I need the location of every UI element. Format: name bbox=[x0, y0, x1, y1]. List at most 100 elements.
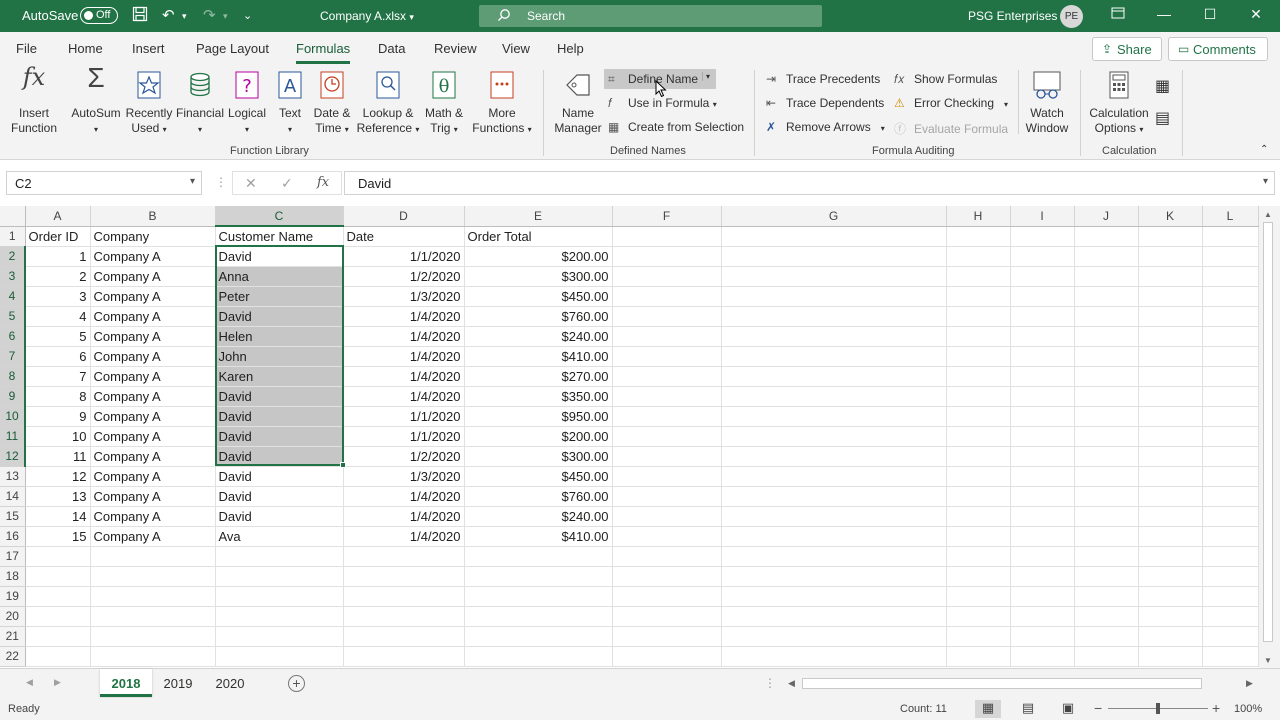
cell[interactable] bbox=[612, 546, 722, 567]
cell[interactable] bbox=[1138, 506, 1203, 527]
cell[interactable] bbox=[1138, 366, 1203, 387]
cell[interactable]: 6 bbox=[25, 346, 91, 367]
autosum-button[interactable]: Σ AutoSum ▾ bbox=[66, 64, 126, 137]
cell[interactable] bbox=[215, 626, 344, 647]
cell[interactable] bbox=[946, 346, 1011, 367]
column-header-d[interactable]: D bbox=[343, 206, 465, 227]
cell[interactable] bbox=[946, 466, 1011, 487]
cell[interactable]: $450.00 bbox=[464, 286, 613, 307]
page-layout-view-icon[interactable]: ▤ bbox=[1015, 700, 1041, 718]
cell[interactable] bbox=[1138, 526, 1203, 547]
cell[interactable] bbox=[612, 386, 722, 407]
cell[interactable]: 1/1/2020 bbox=[343, 246, 465, 267]
cell[interactable]: Helen bbox=[215, 326, 344, 347]
column-header-k[interactable]: K bbox=[1138, 206, 1203, 227]
cell[interactable] bbox=[1202, 526, 1259, 547]
cell[interactable]: Company A bbox=[90, 366, 216, 387]
cell[interactable] bbox=[946, 646, 1011, 667]
column-header-a[interactable]: A bbox=[25, 206, 91, 227]
cell[interactable] bbox=[946, 366, 1011, 387]
column-header-c[interactable]: C bbox=[215, 206, 344, 227]
cell[interactable] bbox=[612, 346, 722, 367]
cell[interactable] bbox=[90, 546, 216, 567]
cell[interactable] bbox=[1074, 506, 1139, 527]
use-in-formula-button[interactable]: 𝑓 Use in Formula ▾ bbox=[608, 96, 717, 111]
cell[interactable] bbox=[1010, 426, 1075, 447]
cell[interactable]: 1/4/2020 bbox=[343, 366, 465, 387]
cell[interactable] bbox=[90, 626, 216, 647]
cell[interactable] bbox=[1074, 646, 1139, 667]
cell[interactable]: David bbox=[215, 486, 344, 507]
cell[interactable]: $200.00 bbox=[464, 426, 613, 447]
row-header[interactable]: 4 bbox=[0, 286, 26, 307]
cell[interactable]: 1/2/2020 bbox=[343, 266, 465, 287]
cell[interactable] bbox=[612, 366, 722, 387]
cell[interactable]: Ava bbox=[215, 526, 344, 547]
cell[interactable] bbox=[1138, 566, 1203, 587]
cell[interactable] bbox=[946, 566, 1011, 587]
cell[interactable] bbox=[215, 566, 344, 587]
row-header[interactable]: 16 bbox=[0, 526, 26, 547]
vertical-scrollbar[interactable]: ▲ ▼ bbox=[1259, 206, 1280, 668]
cell[interactable]: David bbox=[215, 246, 344, 267]
cell[interactable] bbox=[1074, 326, 1139, 347]
scroll-up-icon[interactable]: ▲ bbox=[1264, 210, 1272, 219]
cell[interactable] bbox=[721, 626, 947, 647]
cell[interactable]: 1/1/2020 bbox=[343, 426, 465, 447]
cell[interactable]: Order ID bbox=[25, 226, 91, 247]
cell[interactable] bbox=[90, 586, 216, 607]
cell[interactable]: 1/4/2020 bbox=[343, 386, 465, 407]
cell[interactable] bbox=[612, 526, 722, 547]
cell[interactable] bbox=[1138, 586, 1203, 607]
cell[interactable] bbox=[1010, 226, 1075, 247]
ribbon-display-icon[interactable] bbox=[1108, 6, 1128, 22]
cell[interactable] bbox=[721, 386, 947, 407]
cell[interactable] bbox=[1202, 266, 1259, 287]
tab-insert[interactable]: Insert bbox=[132, 41, 165, 56]
tab-review[interactable]: Review bbox=[434, 41, 477, 56]
undo-icon[interactable]: ↶ bbox=[162, 6, 175, 26]
row-header[interactable]: 11 bbox=[0, 426, 26, 447]
cell[interactable] bbox=[1074, 586, 1139, 607]
cell[interactable] bbox=[1010, 526, 1075, 547]
cell[interactable] bbox=[946, 266, 1011, 287]
name-box-dropdown-icon[interactable]: ▾ bbox=[190, 176, 195, 187]
cell[interactable]: David bbox=[215, 426, 344, 447]
cell[interactable]: 15 bbox=[25, 526, 91, 547]
insert-function-button[interactable]: fx Insert Function bbox=[8, 65, 60, 136]
cell[interactable] bbox=[1202, 326, 1259, 347]
cell[interactable] bbox=[1010, 286, 1075, 307]
cell[interactable]: $760.00 bbox=[464, 306, 613, 327]
cell[interactable] bbox=[1010, 646, 1075, 667]
row-header[interactable]: 22 bbox=[0, 646, 26, 667]
cell[interactable]: $350.00 bbox=[464, 386, 613, 407]
formula-input[interactable]: David ▾ bbox=[344, 171, 1275, 195]
cell[interactable]: Company A bbox=[90, 306, 216, 327]
cell[interactable] bbox=[721, 226, 947, 247]
cell[interactable]: Company A bbox=[90, 326, 216, 347]
cell[interactable] bbox=[1010, 626, 1075, 647]
cell[interactable] bbox=[1074, 266, 1139, 287]
cell[interactable] bbox=[1074, 486, 1139, 507]
tab-data[interactable]: Data bbox=[378, 41, 405, 56]
cell[interactable]: Karen bbox=[215, 366, 344, 387]
horizontal-scroll-thumb[interactable] bbox=[802, 678, 1202, 689]
cell[interactable]: 9 bbox=[25, 406, 91, 427]
cell[interactable] bbox=[25, 546, 91, 567]
math-trig-button[interactable]: θ Math & Trig ▾ bbox=[420, 70, 468, 137]
trace-precedents-button[interactable]: ⇥ Trace Precedents bbox=[766, 72, 880, 86]
cell[interactable] bbox=[612, 446, 722, 467]
cell[interactable] bbox=[1202, 246, 1259, 267]
zoom-slider[interactable] bbox=[1108, 703, 1208, 714]
cell[interactable] bbox=[1010, 466, 1075, 487]
redo-icon[interactable]: ↷ bbox=[203, 6, 216, 26]
cell[interactable] bbox=[90, 646, 216, 667]
status-count[interactable]: Count: 11 bbox=[900, 703, 947, 715]
zoom-slider-knob[interactable] bbox=[1156, 703, 1160, 714]
cell[interactable] bbox=[721, 586, 947, 607]
cell[interactable] bbox=[612, 406, 722, 427]
vertical-scroll-thumb[interactable] bbox=[1263, 222, 1273, 642]
column-header-b[interactable]: B bbox=[90, 206, 216, 227]
row-header[interactable]: 15 bbox=[0, 506, 26, 527]
cell[interactable]: 11 bbox=[25, 446, 91, 467]
